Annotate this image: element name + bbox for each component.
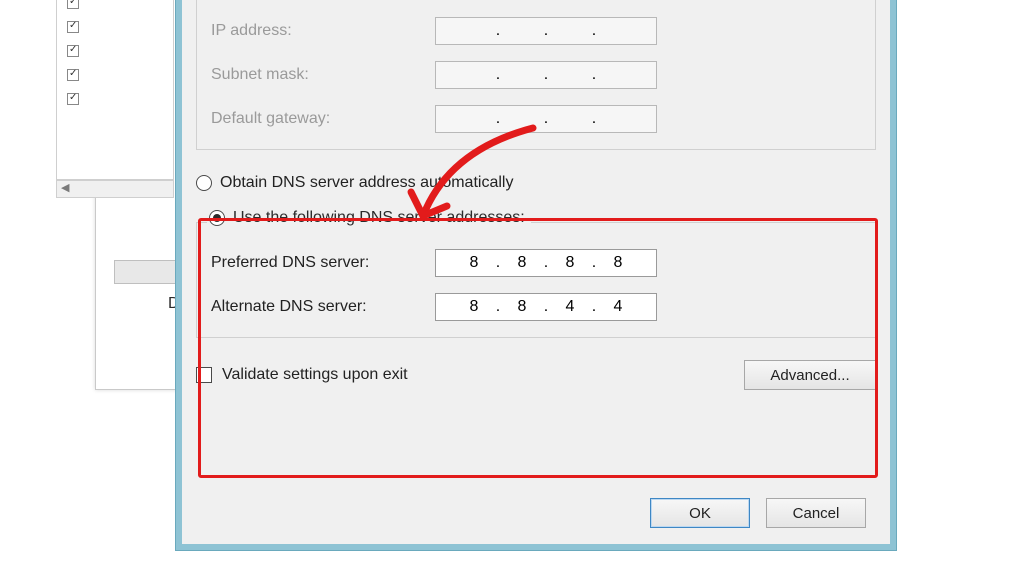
ip-address-input[interactable]: ... <box>435 17 657 45</box>
obtain-dns-auto-label: Obtain DNS server address automatically <box>220 174 513 192</box>
alternate-dns-input[interactable]: 8. 8. 4. 4 <box>435 293 657 321</box>
advanced-button[interactable]: Advanced... <box>744 360 876 390</box>
default-gateway-label: Default gateway: <box>211 110 421 128</box>
ip-address-group: Use the following IP address: IP address… <box>196 0 876 150</box>
ip-address-label: IP address: <box>211 22 421 40</box>
preferred-dns-label: Preferred DNS server: <box>211 254 421 272</box>
background-scroll-left-icon <box>56 180 174 198</box>
background-button <box>114 260 180 284</box>
checkbox-icon <box>196 367 212 383</box>
background-checkbox-icon <box>67 93 79 105</box>
cancel-button[interactable]: Cancel <box>766 498 866 528</box>
validate-settings-label: Validate settings upon exit <box>222 366 408 384</box>
radio-icon <box>196 175 212 191</box>
ok-button[interactable]: OK <box>650 498 750 528</box>
background-checkbox-icon <box>67 21 79 33</box>
background-checkbox-icon <box>67 69 79 81</box>
alternate-dns-label: Alternate DNS server: <box>211 298 421 316</box>
default-gateway-input[interactable]: ... <box>435 105 657 133</box>
use-following-dns-radio[interactable]: Use the following DNS server addresses: <box>207 209 531 227</box>
validate-settings-checkbox[interactable]: Validate settings upon exit <box>196 366 408 384</box>
dns-server-group: Use the following DNS server addresses: … <box>196 222 876 338</box>
background-checkbox-strip <box>56 0 174 180</box>
background-checkbox-icon <box>67 0 79 9</box>
subnet-mask-label: Subnet mask: <box>211 66 421 84</box>
subnet-mask-input[interactable]: ... <box>435 61 657 89</box>
background-checkbox-icon <box>67 45 79 57</box>
ipv4-properties-dialog: Use the following IP address: IP address… <box>176 0 896 550</box>
obtain-dns-auto-radio[interactable]: Obtain DNS server address automatically <box>196 174 876 192</box>
preferred-dns-input[interactable]: 8. 8. 8. 8 <box>435 249 657 277</box>
use-following-dns-label: Use the following DNS server addresses: <box>233 209 525 227</box>
radio-checked-icon <box>209 210 225 226</box>
